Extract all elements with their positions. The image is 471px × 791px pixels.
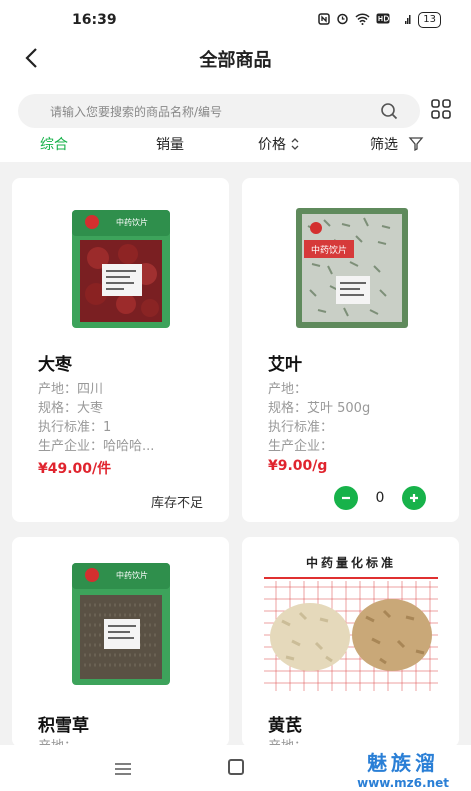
plus-icon xyxy=(410,494,418,502)
alarm-icon xyxy=(336,12,349,28)
watermark-url: www.mz6.net xyxy=(357,776,449,790)
sort-label: 筛选 xyxy=(370,137,398,153)
product-image: 中药饮片 xyxy=(68,208,174,334)
system-nav-bar: 魅族溜 www.mz6.net xyxy=(0,745,471,791)
battery-indicator: 13 xyxy=(418,12,441,28)
wifi-icon xyxy=(355,12,370,28)
sort-updown-icon xyxy=(291,138,299,150)
status-time: 16:39 xyxy=(72,12,117,28)
filter-icon xyxy=(408,137,424,152)
sort-bar: 综合 销量 价格 筛选 xyxy=(0,130,471,162)
product-origin: 产地：四川 xyxy=(38,382,104,397)
sort-filter[interactable]: 筛选 xyxy=(370,134,424,154)
product-card[interactable]: 中药量化标准 黄芪 产地： xyxy=(242,537,459,747)
hd-icon xyxy=(376,13,390,27)
product-maker: 生产企业：哈哈哈... xyxy=(38,439,155,454)
signal-icon xyxy=(396,13,412,28)
increase-button[interactable] xyxy=(402,486,426,510)
product-name: 黄芪 xyxy=(268,716,302,736)
home-icon[interactable] xyxy=(228,759,244,775)
sort-comprehensive[interactable]: 综合 xyxy=(40,134,68,154)
decrease-button[interactable] xyxy=(334,486,358,510)
product-origin: 产地： xyxy=(268,382,308,397)
product-image: 中药量化标准 xyxy=(256,547,446,701)
search-placeholder: 请输入您要搜索的商品名称/编号 xyxy=(50,105,223,119)
product-price: ¥49.00/件 xyxy=(38,461,112,477)
sort-sales[interactable]: 销量 xyxy=(156,134,184,154)
board-title: 中药量化标准 xyxy=(306,555,396,570)
search-icon[interactable] xyxy=(380,102,398,124)
product-card[interactable]: 中药饮片 艾叶 产地： 规格：艾叶 500g 执行标准： 生产企业： ¥9.00… xyxy=(242,178,459,522)
product-image: 中药饮片 xyxy=(294,206,410,334)
header: 全部商品 xyxy=(0,40,471,76)
stock-status: 库存不足 xyxy=(150,496,203,511)
product-name: 积雪草 xyxy=(38,716,89,736)
package-brand: 中药饮片 xyxy=(116,570,148,580)
minus-icon xyxy=(342,496,350,500)
product-card[interactable]: 中药饮片 大枣 产地：四川 规格：大枣 执行标准：1 生产企业：哈哈哈... ¥… xyxy=(12,178,229,522)
nfc-icon xyxy=(318,12,331,28)
status-bar: 16:39 13 xyxy=(0,0,471,44)
package-brand: 中药饮片 xyxy=(116,217,148,227)
sort-label: 价格 xyxy=(258,137,286,153)
product-name: 大枣 xyxy=(38,355,72,375)
product-spec: 规格：大枣 xyxy=(38,401,104,416)
search-input[interactable]: 请输入您要搜索的商品名称/编号 xyxy=(18,94,420,128)
watermark: 魅族溜 www.mz6.net xyxy=(357,747,449,790)
sort-label: 销量 xyxy=(156,137,184,153)
product-price: ¥9.00/g xyxy=(268,458,328,474)
product-spec: 规格：艾叶 500g xyxy=(268,401,371,416)
product-maker: 生产企业： xyxy=(268,439,334,454)
product-standard: 执行标准：1 xyxy=(38,420,112,435)
product-card[interactable]: 中药饮片 积雪草 产地： xyxy=(12,537,229,747)
grid-view-icon[interactable] xyxy=(430,98,452,124)
watermark-title: 魅族溜 xyxy=(367,751,440,775)
page-title: 全部商品 xyxy=(199,50,272,71)
product-name: 艾叶 xyxy=(268,355,302,375)
sort-price[interactable]: 价格 xyxy=(258,134,300,154)
product-standard: 执行标准： xyxy=(268,420,334,435)
product-image: 中药饮片 xyxy=(68,561,174,691)
menu-icon[interactable] xyxy=(114,761,132,780)
quantity-stepper: 0 xyxy=(334,486,426,510)
package-label: 中药饮片 xyxy=(311,244,347,256)
status-icons: 13 xyxy=(318,12,441,28)
quantity-value[interactable]: 0 xyxy=(358,490,402,506)
sort-label: 综合 xyxy=(40,137,68,153)
